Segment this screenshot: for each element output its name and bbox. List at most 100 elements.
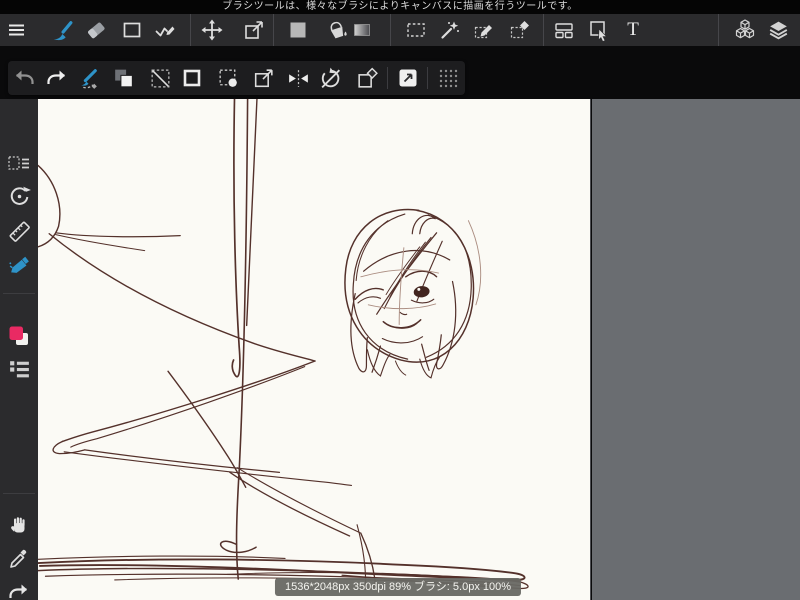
left-tool-rail	[0, 99, 38, 600]
open-panel-button[interactable]	[394, 64, 422, 92]
open-panel-icon	[396, 66, 420, 90]
shape-rectangle-tool-button[interactable]	[118, 16, 146, 44]
select-rectangle-button[interactable]	[402, 16, 430, 44]
overlapping-squares-icon	[111, 66, 136, 91]
undo-arrow-icon	[12, 66, 36, 90]
content-area	[0, 46, 800, 600]
border-square-icon	[180, 66, 204, 90]
rectangle-icon	[120, 18, 144, 42]
text-tool-glyph: T	[627, 19, 639, 40]
layers-icon	[766, 18, 791, 43]
ruler-icon	[7, 219, 32, 244]
materials-button[interactable]	[731, 16, 759, 44]
ruler-button[interactable]	[5, 217, 33, 245]
gradient-tool-button[interactable]	[348, 16, 376, 44]
magic-wand-button[interactable]	[436, 16, 464, 44]
marquee-icon	[404, 18, 428, 42]
canvas-status-text: 1536*2048px 350dpi 89% ブラシ: 5.0px 100%	[284, 581, 512, 593]
rotate-off-button[interactable]	[316, 64, 344, 92]
selection-pen-button[interactable]	[74, 64, 102, 92]
tool-description-text: ブラシツールは、様々なブラシによりキャンバスに描画を行うツールです。	[222, 1, 578, 12]
sidebar-redo-button[interactable]	[5, 578, 33, 600]
eraser-tool-button[interactable]	[82, 16, 110, 44]
move-tool-button[interactable]	[198, 16, 226, 44]
drawing-canvas[interactable]	[38, 99, 591, 600]
paint-app-window: ブラシツールは、様々なブラシによりキャンバスに描画を行うツールです。 T 153…	[0, 0, 800, 600]
select-pen-button[interactable]	[470, 16, 498, 44]
select-pen-icon	[472, 18, 496, 42]
polyline-pen-icon	[153, 18, 177, 42]
select-eraser-icon	[508, 18, 532, 42]
toolbar-separator	[273, 14, 274, 46]
tool-description-bar: ブラシツールは、様々なブラシによりキャンバスに描画を行うツールです。	[0, 0, 800, 14]
object-select-button[interactable]	[585, 16, 613, 44]
color-swatch-button[interactable]	[5, 322, 33, 350]
toolbar-separator	[190, 14, 191, 46]
border-selection-button[interactable]	[178, 64, 206, 92]
sidebar-divider	[3, 493, 35, 494]
toolbar-drag-handle[interactable]	[434, 64, 462, 92]
selection-toolbar-separator	[427, 67, 428, 89]
expand-selection-button[interactable]	[249, 64, 277, 92]
line-selection-icon	[148, 66, 173, 91]
toolbar-separator	[543, 14, 544, 46]
toolbar-separator	[718, 14, 719, 46]
tool-list-icon	[7, 356, 32, 381]
polyline-pen-tool-button[interactable]	[151, 16, 179, 44]
brush-icon	[49, 18, 74, 43]
redo-arrow-icon	[45, 66, 69, 90]
redo-arrow-icon	[7, 580, 31, 600]
expand-arrow-icon	[251, 66, 276, 91]
drag-dots-icon	[437, 67, 459, 89]
reset-rotation-button[interactable]	[5, 182, 33, 210]
deselect-eraser-button[interactable]	[353, 64, 381, 92]
eyedropper-icon	[7, 547, 31, 571]
transform-icon	[242, 18, 266, 42]
pasteboard[interactable]	[592, 99, 800, 600]
gradient-icon	[350, 18, 374, 42]
hand-icon	[7, 514, 31, 538]
fill-square-icon	[286, 18, 310, 42]
panel-layout-button[interactable]	[550, 16, 578, 44]
text-tool-button[interactable]: T	[619, 16, 647, 44]
sidebar-divider	[3, 293, 35, 294]
swap-selection-button[interactable]	[109, 64, 137, 92]
main-toolbar: T	[0, 14, 800, 46]
paint-bucket-icon	[325, 18, 349, 42]
airbrush-button[interactable]	[5, 250, 33, 278]
airbrush-icon	[7, 252, 32, 277]
eraser-icon	[84, 18, 108, 42]
panel-layout-icon	[552, 18, 576, 42]
brush-tool-button[interactable]	[47, 16, 75, 44]
object-cursor-icon	[587, 18, 611, 42]
selection-options-button[interactable]	[5, 150, 33, 178]
dot-selection-button[interactable]	[214, 64, 242, 92]
canvas-status-pill: 1536*2048px 350dpi 89% ブラシ: 5.0px 100%	[274, 578, 522, 596]
selection-toolbar-separator	[387, 67, 388, 89]
select-eraser-button[interactable]	[506, 16, 534, 44]
flip-horizontal-button[interactable]	[284, 64, 312, 92]
layers-button[interactable]	[764, 16, 792, 44]
magic-wand-icon	[438, 18, 462, 42]
fill-color-button[interactable]	[284, 16, 312, 44]
redo-button[interactable]	[43, 64, 71, 92]
selection-toolbar[interactable]	[8, 61, 465, 95]
line-selection-button[interactable]	[146, 64, 174, 92]
selection-pen-icon	[76, 66, 101, 91]
hand-tool-button[interactable]	[5, 512, 33, 540]
undo-button[interactable]	[10, 64, 38, 92]
reset-rotation-icon	[7, 184, 32, 209]
materials-cubes-icon	[732, 17, 758, 43]
transform-tool-button[interactable]	[240, 16, 268, 44]
square-dot-icon	[216, 66, 241, 91]
canvas-sketch	[38, 99, 529, 590]
toolbar-separator	[390, 14, 391, 46]
square-diamond-icon	[355, 66, 380, 91]
hamburger-icon	[5, 18, 29, 42]
menu-button[interactable]	[3, 16, 31, 44]
flip-horizontal-icon	[286, 66, 311, 91]
paint-bucket-button[interactable]	[323, 16, 351, 44]
eyedropper-button[interactable]	[5, 545, 33, 573]
color-swatch-icon	[6, 323, 32, 349]
tool-list-button[interactable]	[5, 354, 33, 382]
